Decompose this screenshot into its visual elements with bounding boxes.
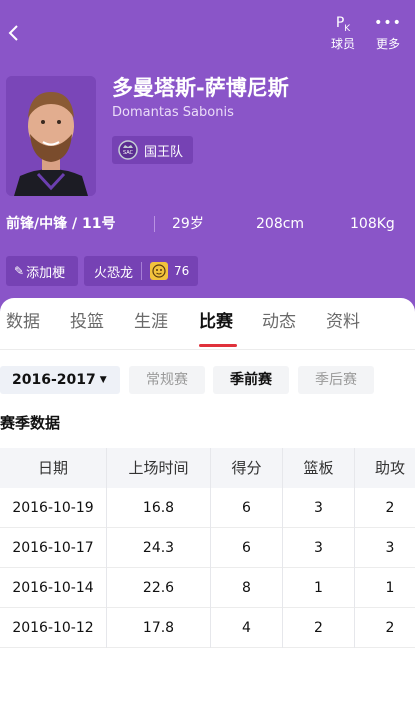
table-header: 日期 上场时间 得分 篮板 助攻	[0, 448, 415, 488]
player-bio-line: 前锋/中锋 / 11号 29岁 208cm 108Kg	[0, 210, 415, 238]
filter-regular-season[interactable]: 常规赛	[129, 366, 205, 394]
tab-games[interactable]: 比赛	[199, 310, 233, 334]
more-button[interactable]: ••• 更多	[368, 14, 408, 52]
season-selector[interactable]: 2016-2017 ▼	[0, 366, 120, 394]
cell-assists: 3	[385, 540, 395, 556]
tab-profile[interactable]: 资料	[326, 310, 360, 334]
filter-playoffs[interactable]: 季后赛	[298, 366, 374, 394]
cell-rebounds: 2	[314, 620, 323, 636]
cell-assists: 2	[385, 620, 395, 636]
cell-date: 2016-10-19	[12, 500, 94, 516]
player-name-en: Domantas Sabonis	[112, 105, 234, 120]
active-tab-indicator	[199, 344, 237, 347]
content-panel: 数据 投篮 生涯 比赛 动态 资料 2016-2017 ▼ 常规赛 季前赛 季后赛…	[0, 298, 415, 720]
season-value: 2016-2017	[12, 372, 96, 388]
cell-minutes: 22.6	[142, 580, 175, 596]
pk-icon: PK	[335, 15, 351, 34]
player-header: PK 球员 ••• 更多 多曼塔斯-萨博尼斯 Domantas Sabonis …	[0, 0, 415, 320]
table-row[interactable]: 2016-10-17 24.3 6 3 3	[0, 528, 415, 568]
tab-bar: 数据 投篮 生涯 比赛 动态 资料	[0, 298, 415, 350]
cell-date: 2016-10-14	[12, 580, 94, 596]
pencil-icon: ✎	[14, 264, 25, 278]
col-header-assists: 助攻	[374, 459, 405, 477]
team-logo-text: SAC	[123, 150, 134, 156]
filter-preseason[interactable]: 季前赛	[213, 366, 289, 394]
tab-news[interactable]: 动态	[262, 310, 296, 334]
kings-logo-icon: SAC	[118, 140, 138, 160]
back-arrow-icon[interactable]	[6, 20, 26, 46]
team-badge[interactable]: SAC 国王队	[112, 136, 194, 164]
player-name-cn: 多曼塔斯-萨博尼斯	[112, 76, 289, 100]
col-header-rebounds: 篮板	[303, 459, 334, 477]
cell-minutes: 24.3	[142, 540, 175, 556]
col-header-date: 日期	[37, 459, 68, 477]
weight: 108Kg	[350, 216, 395, 232]
divider	[141, 262, 143, 280]
caret-down-icon: ▼	[99, 375, 107, 385]
meme-tag-fire-dragon[interactable]: 火恐龙 76	[84, 256, 198, 286]
meme-face-icon	[150, 262, 169, 280]
position-number: 前锋/中锋 / 11号	[6, 216, 116, 232]
height: 208cm	[256, 216, 305, 232]
cell-points: 4	[242, 620, 251, 636]
player-photo	[6, 76, 96, 196]
cell-rebounds: 1	[314, 580, 323, 596]
cell-assists: 2	[385, 500, 395, 516]
cell-minutes: 17.8	[142, 620, 175, 636]
table-row[interactable]: 2016-10-14 22.6 8 1 1	[0, 568, 415, 608]
col-header-points: 得分	[231, 459, 262, 477]
season-game-table: 日期 上场时间 得分 篮板 助攻 2016-10-19 16.8 6 3 2 2…	[0, 448, 415, 648]
meme-tag-count: 76	[174, 264, 190, 278]
cell-rebounds: 3	[314, 500, 323, 516]
table-row[interactable]: 2016-10-19 16.8 6 3 2	[0, 488, 415, 528]
tab-career[interactable]: 生涯	[134, 310, 168, 334]
pk-label: 球员	[330, 37, 355, 51]
more-label: 更多	[375, 37, 400, 51]
cell-points: 8	[242, 580, 251, 596]
divider	[154, 216, 155, 232]
age: 29岁	[172, 216, 204, 232]
cell-assists: 1	[385, 580, 395, 596]
col-header-minutes: 上场时间	[128, 459, 189, 477]
cell-date: 2016-10-17	[12, 540, 94, 556]
cell-date: 2016-10-12	[12, 620, 94, 636]
meme-tag-label: 火恐龙	[94, 265, 134, 281]
add-meme-button[interactable]: ✎ 添加梗	[6, 256, 78, 286]
cell-points: 6	[242, 540, 251, 556]
cell-rebounds: 3	[314, 540, 323, 556]
table-row[interactable]: 2016-10-12 17.8 4 2 2	[0, 608, 415, 648]
tab-stats[interactable]: 数据	[6, 310, 40, 334]
pk-compare-button[interactable]: PK 球员	[326, 14, 360, 52]
section-title: 赛季数据	[0, 414, 61, 432]
cell-minutes: 16.8	[142, 500, 175, 516]
cell-points: 6	[242, 500, 251, 516]
team-name: 国王队	[144, 144, 184, 160]
add-meme-label: 添加梗	[26, 265, 66, 281]
tab-shooting[interactable]: 投篮	[70, 310, 104, 334]
more-dots-icon: •••	[374, 15, 402, 31]
